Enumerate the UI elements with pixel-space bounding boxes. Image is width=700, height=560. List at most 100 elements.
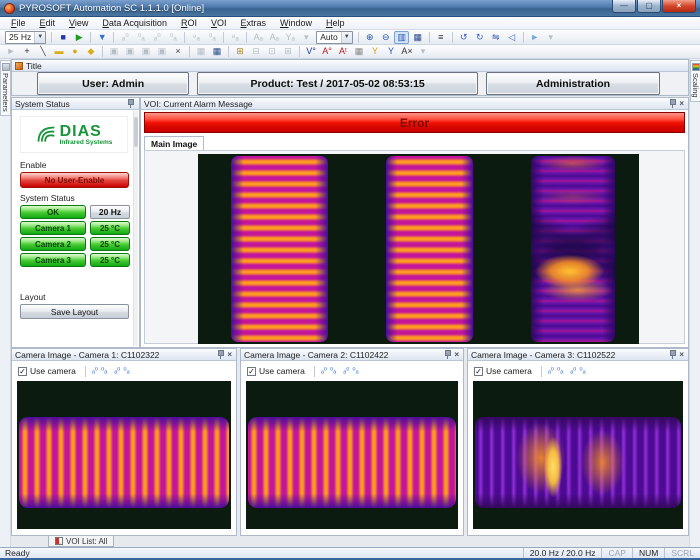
dropdown-arrow-icon[interactable]: ▼ [34,32,45,43]
camera3-status-button[interactable]: Camera 3 [20,253,86,267]
camera2-thermal-image[interactable] [246,381,458,529]
tab-main-image[interactable]: Main Image [144,136,204,150]
pin-icon[interactable] [127,99,134,108]
pin-icon[interactable] [669,99,676,108]
original-size-icon[interactable]: ▦ [410,31,425,44]
menu-view[interactable]: View [62,18,95,28]
camera-adjust-icon-3[interactable]: ₐ⁰ [343,366,349,376]
menu-extras[interactable]: Extras [234,18,274,28]
palette-bar-icon[interactable]: ≡ [433,31,448,44]
camera-adjust-icon-4[interactable]: ⁰ₐ [123,366,129,376]
zoom-out-icon[interactable]: ⊖ [378,31,393,44]
voi-alarm-display-icon[interactable]: A° [320,45,335,58]
title-panel-label: Title [26,61,42,71]
voi-clear-icon[interactable]: A× [400,45,415,58]
administration-button[interactable]: Administration [486,72,660,95]
use-camera-checkbox[interactable]: ✓ [474,367,483,376]
camera-adjust-icon-1[interactable]: ₐ⁰ [321,366,327,376]
title-panel-header[interactable]: Title [12,60,688,72]
rotate-left-icon[interactable]: ↺ [456,31,471,44]
polygon-tool-icon[interactable]: ◆ [84,45,99,58]
pin-icon[interactable] [444,350,451,359]
menu-help[interactable]: Help [319,18,352,28]
play-icon[interactable]: ▶ [72,31,87,44]
close-panel-icon[interactable]: × [454,350,459,359]
mirror-horizontal-icon[interactable]: ⇋ [488,31,503,44]
camera-adjust-icon-3[interactable]: ₐ⁰ [114,366,120,376]
camera1-status-button[interactable]: Camera 1 [20,221,86,235]
camera-adjust-icon-1[interactable]: ₐ⁰ [548,366,554,376]
close-panel-icon[interactable]: × [679,350,684,359]
save-layout-button[interactable]: Save Layout [20,304,129,319]
user-button[interactable]: User: Admin [37,72,189,95]
camera2-header[interactable]: Camera Image - Camera 2: C1102422 × [241,349,463,361]
pin-icon[interactable] [217,350,224,359]
status-ok-button[interactable]: OK [20,205,86,219]
dropdown-arrow-icon[interactable]: ▼ [341,32,352,43]
voi-list-tab[interactable]: VOI List: All [48,536,114,547]
camera2-status-button[interactable]: Camera 2 [20,237,86,251]
rotate-right-icon[interactable]: ↻ [472,31,487,44]
rectangle-tool-icon[interactable]: ▬ [52,45,67,58]
layout-label: Layout [20,292,46,302]
camera-adjust-icon-4[interactable]: ⁰ₐ [579,366,585,376]
point-tool-icon[interactable]: + [20,45,35,58]
close-button[interactable]: × [662,0,696,13]
pin-icon[interactable] [669,350,676,359]
voi-image-display-icon[interactable]: ▦ [352,45,367,58]
line-tool-icon[interactable]: ╲ [36,45,51,58]
voi-value-display-icon[interactable]: V° [304,45,319,58]
menu-file[interactable]: File [4,18,33,28]
voi-add-icon[interactable]: ⊞ [233,45,248,58]
voi-import-icon[interactable]: Y [384,45,399,58]
voi-panel-header[interactable]: VOI: Current Alarm Message × [141,98,688,110]
camera-adjust-icon-3[interactable]: ₐ⁰ [570,366,576,376]
camera-adjust-icon-4[interactable]: ⁰ₐ [352,366,358,376]
zoom-in-icon[interactable]: ⊕ [362,31,377,44]
parameters-collapsed-tab[interactable]: Parameters [0,60,11,116]
frame-rate-combo[interactable]: 25 Hz▼ [5,31,46,44]
menu-data-acquisition[interactable]: Data Acquisition [95,18,174,28]
system-panel-scrollbar[interactable] [133,111,138,346]
scaling-mode-combo[interactable]: Auto▼ [316,31,353,44]
roi-table-icon[interactable]: ▦ [210,45,225,58]
camera3-thermal-image[interactable] [473,381,683,529]
camera1-temp-button[interactable]: 25 °C [90,221,130,235]
menu-voi[interactable]: VOI [204,18,234,28]
close-panel-icon[interactable]: × [227,350,232,359]
system-status-header[interactable]: System Status [12,98,139,110]
filter-icon[interactable]: ▼ [95,31,110,44]
use-camera-checkbox[interactable]: ✓ [18,367,27,376]
camera-adjust-icon-2[interactable]: ⁰ₐ [557,366,563,376]
main-thermal-image[interactable] [198,154,639,344]
main-image-page [144,150,685,344]
menu-window[interactable]: Window [273,18,319,28]
mirror-vertical-icon[interactable]: ◁ [504,31,519,44]
camera3-temp-button[interactable]: 25 °C [90,253,130,267]
no-user-enable-button[interactable]: No User-Enable [20,172,129,188]
close-panel-icon[interactable]: × [679,99,684,108]
app-icon [4,3,15,14]
camera-adjust-icon-1[interactable]: ₐ⁰ [92,366,98,376]
menu-roi[interactable]: ROI [174,18,204,28]
product-button[interactable]: Product: Test / 2017-05-02 08:53:15 [197,72,478,95]
camera-adjust-icon-2[interactable]: ⁰ₐ [101,366,107,376]
pointer-mode-icon[interactable]: ► [527,31,542,44]
maximize-button[interactable]: ▢ [637,0,661,13]
camera1-thermal-image[interactable] [17,381,231,529]
stop-icon[interactable]: ■ [56,31,71,44]
camera2-temp-button[interactable]: 25 °C [90,237,130,251]
camera1-header[interactable]: Camera Image - Camera 1: C1102322 × [12,349,236,361]
camera-adjust-icon-2[interactable]: ⁰ₐ [330,366,336,376]
camera3-header[interactable]: Camera Image - Camera 3: C1102522 × [468,349,688,361]
voi-export-icon[interactable]: Y [368,45,383,58]
minimize-button[interactable]: — [612,0,636,13]
delete-roi-icon[interactable]: × [171,45,186,58]
voi-text-display-icon[interactable]: Aᵗ [336,45,351,58]
ellipse-tool-icon[interactable]: ● [68,45,83,58]
fit-to-window-icon[interactable]: ▥ [394,31,409,44]
status-rate-button[interactable]: 20 Hz [90,205,130,219]
menu-edit[interactable]: Edit [33,18,63,28]
use-camera-checkbox[interactable]: ✓ [247,367,256,376]
scaling-collapsed-tab[interactable]: Scaling [690,60,700,102]
